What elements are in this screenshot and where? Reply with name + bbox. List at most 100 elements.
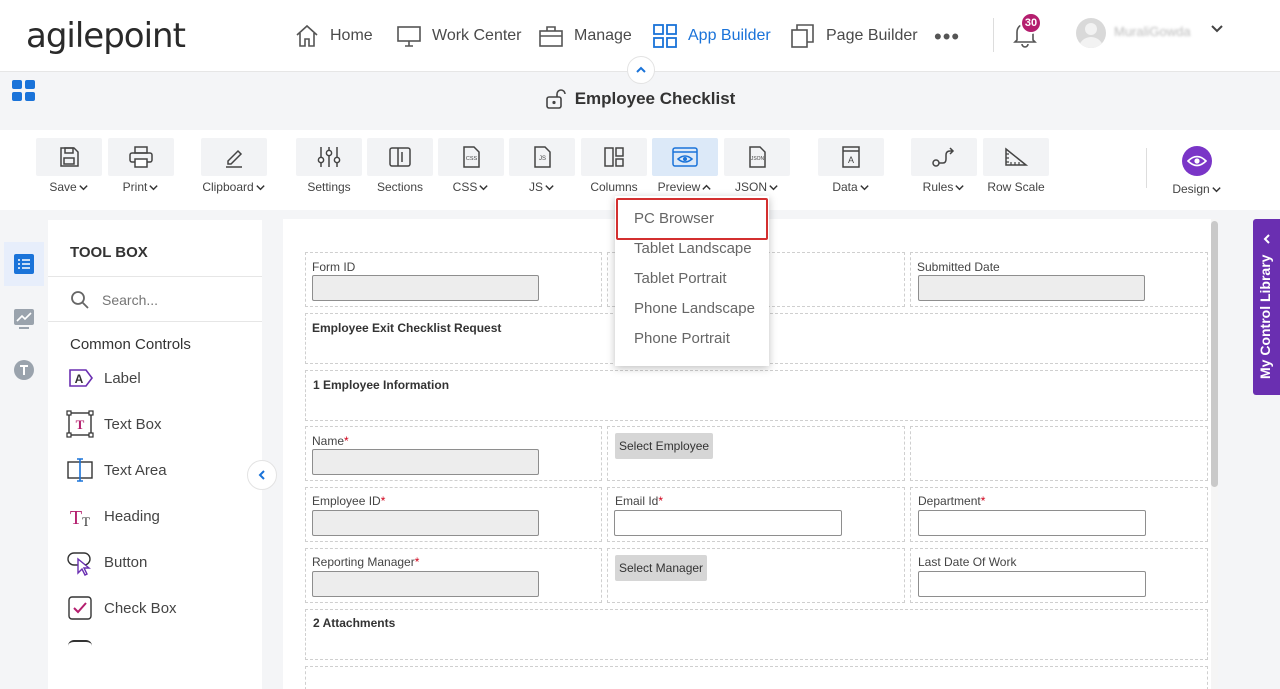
pages-icon (790, 23, 816, 49)
menu-item-phone-portrait[interactable]: Phone Portrait (634, 330, 730, 347)
chart-icon (13, 307, 35, 329)
data-button[interactable]: A Data (818, 138, 884, 194)
email-id-cell[interactable]: Email Id* (607, 487, 905, 542)
clipboard-button[interactable]: Clipboard (201, 138, 267, 194)
notification-count-badge: 30 (1020, 12, 1042, 34)
section-employee-information[interactable]: 1 Employee Information (305, 370, 1208, 421)
department-cell[interactable]: Department* (910, 487, 1208, 542)
form-id-input[interactable] (312, 275, 539, 301)
section-1-title: 1 Employee Information (313, 378, 450, 392)
nav-app-builder[interactable]: App Builder (652, 20, 771, 52)
nav-work-center[interactable]: Work Center (396, 20, 522, 52)
select-manager-button[interactable]: Select Manager (615, 555, 708, 581)
css-label: CSS (452, 180, 478, 194)
json-file-icon: JSON (745, 145, 769, 169)
empty-cell[interactable] (910, 426, 1208, 481)
theme-t-icon (13, 359, 35, 381)
svg-text:T: T (76, 417, 85, 432)
toolbox-item-button-text: Button (104, 553, 148, 571)
svg-text:A: A (848, 155, 854, 165)
canvas-scrollbar-thumb[interactable] (1211, 221, 1218, 487)
chevron-down-icon (544, 182, 555, 193)
nav-divider (993, 18, 994, 52)
attachments-row[interactable] (305, 666, 1208, 689)
design-button[interactable]: Design (1164, 146, 1230, 196)
sections-button[interactable]: Sections (367, 138, 433, 194)
username-label[interactable]: MuraliGowda (1114, 24, 1191, 39)
js-button[interactable]: JS JS (509, 138, 575, 194)
unlock-icon[interactable] (545, 88, 567, 110)
columns-button[interactable]: Columns (581, 138, 647, 194)
submitted-date-cell[interactable]: Submitted Date (910, 252, 1208, 307)
nav-page-builder[interactable]: Page Builder (790, 20, 918, 52)
toolbox-item-heading-text: Heading (104, 507, 160, 525)
name-cell[interactable]: Name* (305, 426, 602, 481)
toolbox-divider (48, 276, 262, 277)
css-button[interactable]: CSS CSS (438, 138, 504, 194)
clipboard-label: Clipboard (202, 180, 254, 194)
page-title: Employee Checklist (574, 89, 736, 108)
user-avatar[interactable] (1076, 18, 1106, 48)
analytics-tab[interactable] (4, 296, 44, 340)
menu-item-phone-landscape[interactable]: Phone Landscape (634, 300, 755, 317)
row-scale-label: Row Scale (987, 180, 1045, 194)
css-file-icon: CSS (459, 145, 483, 169)
data-label: Data (832, 180, 858, 194)
design-eye-icon (1182, 146, 1212, 176)
toolbox-tab[interactable] (4, 242, 44, 286)
department-input[interactable] (918, 510, 1146, 536)
chevron-left-icon (1261, 233, 1273, 245)
toolbox-item-check-box[interactable]: Check Box (66, 594, 177, 622)
name-input[interactable] (312, 449, 539, 475)
chevron-down-icon (255, 182, 266, 193)
toolbox-item-button[interactable]: Button (66, 548, 147, 576)
email-id-input[interactable] (614, 510, 842, 536)
toolbox-item-text-box[interactable]: T Text Box (66, 410, 162, 438)
chevron-up-icon (635, 64, 647, 76)
save-icon (57, 145, 81, 169)
chevron-down-icon[interactable] (1210, 22, 1224, 36)
page-title-bar: Employee Checklist (0, 88, 1280, 110)
collapse-header-button[interactable] (627, 56, 655, 84)
json-label: JSON (734, 180, 767, 194)
submitted-date-input[interactable] (918, 275, 1145, 301)
last-date-of-work-cell[interactable]: Last Date Of Work (910, 548, 1208, 603)
more-menu-button[interactable]: ••• (934, 24, 960, 50)
row-scale-button[interactable]: Row Scale (983, 138, 1049, 194)
reporting-manager-cell[interactable]: Reporting Manager* (305, 548, 602, 603)
json-button[interactable]: JSON JSON (724, 138, 790, 194)
themes-tab[interactable] (4, 348, 44, 392)
sections-label: Sections (376, 180, 424, 194)
nav-manage[interactable]: Manage (538, 20, 632, 52)
toolbox-search[interactable] (70, 290, 222, 310)
nav-home[interactable]: Home (294, 20, 373, 52)
reporting-manager-input[interactable] (312, 571, 539, 597)
select-employee-cell[interactable]: Select Employee (607, 426, 905, 481)
my-control-library-tab[interactable]: My Control Library (1253, 219, 1280, 395)
employee-id-cell[interactable]: Employee ID* (305, 487, 602, 542)
form-id-cell[interactable]: Form ID (305, 252, 602, 307)
menu-item-pc-browser[interactable]: PC Browser (634, 210, 714, 227)
select-manager-cell[interactable]: Select Manager (607, 548, 905, 603)
collapse-toolbox-button[interactable] (247, 460, 277, 490)
preview-button[interactable]: Preview (652, 138, 718, 194)
section-attachments[interactable]: 2 Attachments (305, 609, 1208, 660)
canvas-scrollbar[interactable] (1211, 219, 1218, 689)
toolbox-item-label[interactable]: A Label (66, 364, 141, 392)
employee-id-input[interactable] (312, 510, 539, 536)
menu-item-tablet-landscape[interactable]: Tablet Landscape (634, 240, 752, 257)
select-employee-button[interactable]: Select Employee (615, 433, 714, 459)
agilepoint-logo[interactable]: agilepoint (26, 16, 186, 56)
menu-item-tablet-portrait[interactable]: Tablet Portrait (634, 270, 727, 287)
print-button[interactable]: Print (108, 138, 174, 194)
toolbox-item-heading[interactable]: TT Heading (66, 502, 160, 530)
save-button[interactable]: Save (36, 138, 102, 194)
rules-button[interactable]: Rules (911, 138, 977, 194)
toolbox-search-input[interactable] (102, 292, 222, 308)
last-date-of-work-input[interactable] (918, 571, 1146, 597)
settings-button[interactable]: Settings (296, 138, 362, 194)
text-box-icon: T (66, 410, 94, 438)
preview-dropdown-menu: PC Browser Tablet Landscape Tablet Portr… (615, 196, 769, 366)
rules-label: Rules (922, 180, 954, 194)
toolbox-item-text-area[interactable]: Text Area (66, 456, 167, 484)
